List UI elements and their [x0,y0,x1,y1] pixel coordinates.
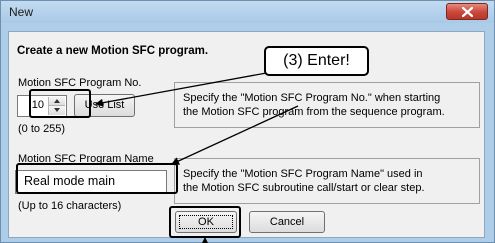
enter-callout: (3) Enter! [264,46,369,76]
arrow-to-program-name [171,105,299,165]
arrow-to-program-no [95,71,273,107]
annotation-arrows [95,71,299,243]
